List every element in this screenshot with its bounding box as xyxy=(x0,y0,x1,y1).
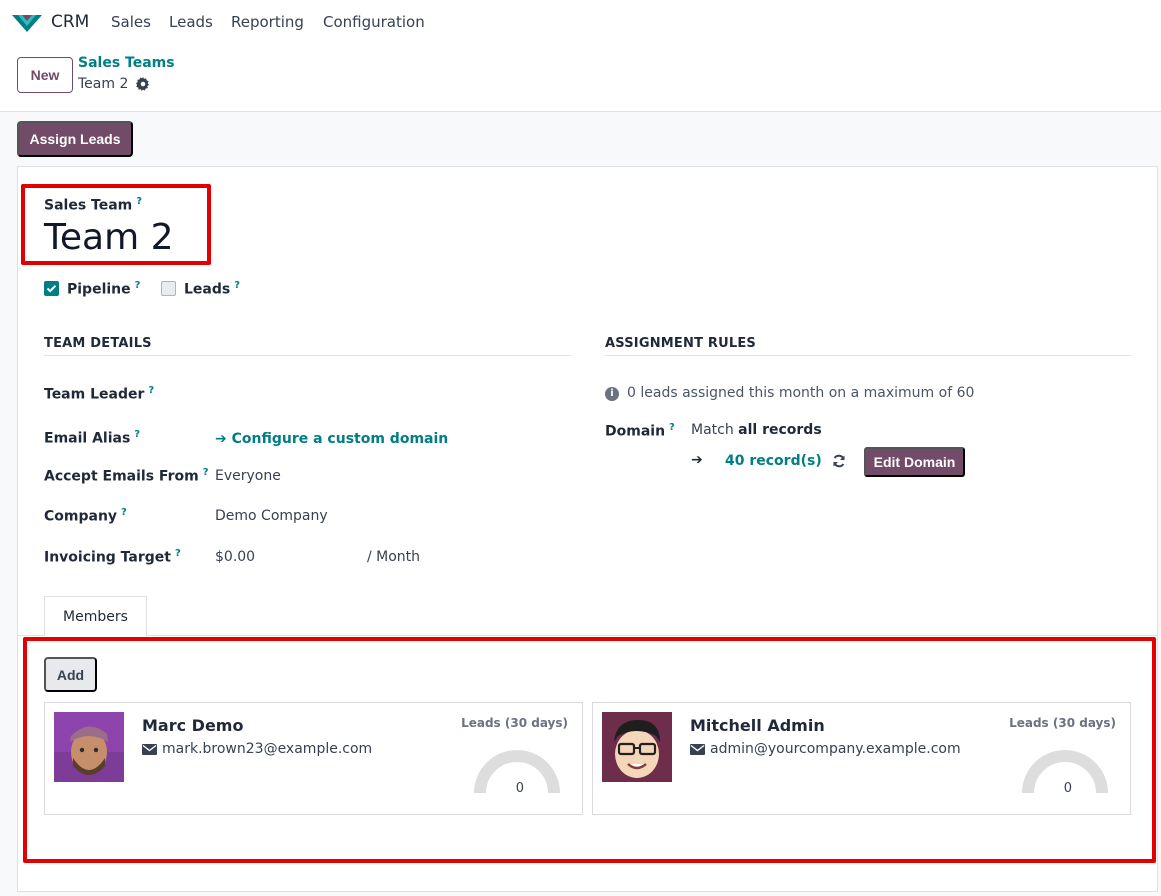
accept-emails-label: Accept Emails From? xyxy=(44,467,209,485)
help-tooltip-icon[interactable]: ? xyxy=(234,280,240,291)
company-field[interactable]: Demo Company xyxy=(215,508,328,524)
breadcrumb-sales-teams[interactable]: Sales Teams xyxy=(78,55,175,71)
highlight-box-members xyxy=(23,637,1156,863)
menu-leads[interactable]: Leads xyxy=(169,13,213,31)
leads-checkbox[interactable] xyxy=(161,281,176,296)
team-details-heading: TEAM DETAILS xyxy=(44,336,152,351)
invoicing-period: / Month xyxy=(367,549,421,565)
records-count-link[interactable]: 40 record(s) xyxy=(725,453,822,469)
menu-configuration[interactable]: Configuration xyxy=(323,13,425,31)
app-name[interactable]: CRM xyxy=(51,12,89,32)
domain-match: Match all records xyxy=(691,422,822,438)
section-divider xyxy=(44,355,571,356)
help-tooltip-icon[interactable]: ? xyxy=(121,507,127,518)
team-leader-label: Team Leader? xyxy=(44,385,155,403)
assignment-info: 0 leads assigned this month on a maximum… xyxy=(627,385,975,401)
tab-divider xyxy=(17,635,1158,636)
team-leader-field[interactable] xyxy=(215,385,515,403)
invoicing-target-field[interactable]: $0.00 xyxy=(215,549,255,565)
accept-emails-field[interactable]: Everyone xyxy=(215,468,281,484)
pipeline-label: Pipeline? xyxy=(67,280,141,298)
help-tooltip-icon[interactable]: ? xyxy=(134,429,140,440)
crm-logo-icon[interactable] xyxy=(12,11,42,33)
help-tooltip-icon[interactable]: ? xyxy=(148,385,154,396)
breadcrumb-current: Team 2 xyxy=(78,76,129,92)
leads-label: Leads? xyxy=(184,280,241,298)
refresh-icon[interactable] xyxy=(832,454,846,468)
help-tooltip-icon[interactable]: ? xyxy=(175,548,181,559)
top-navbar: CRM Sales Leads Reporting Configuration xyxy=(0,0,1161,44)
edit-domain-button[interactable]: Edit Domain xyxy=(864,447,965,477)
domain-label: Domain? xyxy=(605,422,675,440)
gear-icon[interactable] xyxy=(136,77,150,91)
info-icon: i xyxy=(605,387,619,401)
new-button[interactable]: New xyxy=(17,57,73,93)
menu-sales[interactable]: Sales xyxy=(111,13,151,31)
email-alias-label: Email Alias? xyxy=(44,429,141,447)
assign-leads-button[interactable]: Assign Leads xyxy=(17,121,133,157)
pipeline-checkbox[interactable] xyxy=(44,281,59,296)
assignment-rules-heading: ASSIGNMENT RULES xyxy=(605,336,756,351)
help-tooltip-icon[interactable]: ? xyxy=(669,422,675,433)
section-divider xyxy=(605,355,1131,356)
help-tooltip-icon[interactable]: ? xyxy=(203,467,209,478)
company-label: Company? xyxy=(44,507,127,525)
arrow-right-icon: ➔ xyxy=(215,431,232,447)
check-icon xyxy=(46,284,57,293)
help-tooltip-icon[interactable]: ? xyxy=(135,280,141,291)
invoicing-target-label: Invoicing Target? xyxy=(44,548,181,566)
menu-reporting[interactable]: Reporting xyxy=(231,13,304,31)
arrow-right-icon: ➔ xyxy=(691,452,703,468)
highlight-box-title xyxy=(21,184,211,265)
configure-domain-link[interactable]: ➔ Configure a custom domain xyxy=(215,431,448,447)
tab-members[interactable]: Members xyxy=(44,596,147,636)
